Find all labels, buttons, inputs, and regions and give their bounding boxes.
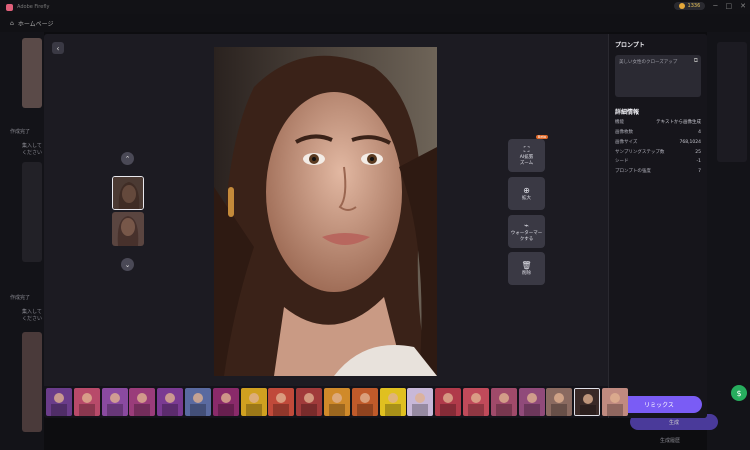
bg-section-sub: 集入してください	[22, 309, 43, 322]
chevron-down-icon: ⌄	[124, 260, 131, 269]
detail-value: テキストから画像生成	[656, 120, 701, 125]
side-thumbnail[interactable]	[112, 212, 144, 246]
prompt-text-box[interactable]: 美しい女性のクローズアップ ⧉	[615, 55, 701, 97]
detail-label: 画像サイズ	[615, 139, 638, 145]
filmstrip-thumbnail[interactable]	[212, 388, 239, 416]
bg-section-title: 作成完了	[10, 129, 31, 135]
app-titlebar: Adobe Firefly 1336 ─ □ ✕	[0, 0, 750, 14]
detail-row: 画像枚数 4	[615, 130, 701, 136]
app-title: Adobe Firefly	[17, 4, 50, 10]
bg-section-title: 作成完了	[10, 295, 31, 301]
home-icon[interactable]: ⌂	[10, 20, 14, 27]
filmstrip-thumbnail[interactable]	[240, 388, 267, 416]
back-icon: ‹	[56, 43, 60, 53]
close-icon[interactable]: ✕	[740, 2, 746, 10]
side-thumbnail[interactable]	[112, 176, 144, 210]
filmstrip-thumbnail[interactable]	[490, 388, 517, 416]
detail-value: -1	[696, 159, 702, 165]
prompt-heading: プロンプト	[615, 42, 645, 49]
maximize-icon[interactable]: □	[726, 2, 733, 10]
detail-row: 機能 テキストから画像生成	[615, 120, 701, 126]
detail-value: 7	[698, 169, 701, 175]
filmstrip-thumbnail[interactable]	[463, 388, 489, 416]
filmstrip-thumbnail[interactable]	[101, 388, 128, 416]
filmstrip-thumbnail[interactable]	[407, 388, 434, 416]
remix-button[interactable]: リミックス	[616, 396, 702, 413]
filmstrip-thumbnail[interactable]	[324, 388, 350, 416]
detail-value: 768,1024	[679, 139, 701, 145]
delete-button[interactable]: 🗑 削除	[508, 252, 545, 285]
titlebar-controls: 1336 ─ □ ✕	[673, 2, 746, 10]
detail-heading: 詳細情報	[615, 109, 640, 116]
watermark-button[interactable]: ⌁ ウォーターマー クする	[508, 215, 545, 248]
detail-label: プロンプトの強度	[615, 169, 651, 175]
detail-value: 4	[698, 129, 701, 135]
detail-row: プロンプトの強度 7	[615, 169, 701, 175]
app-logo-icon	[6, 3, 13, 11]
filmstrip-thumbnail[interactable]	[46, 388, 72, 416]
filmstrip-thumbnail[interactable]	[379, 388, 406, 416]
support-icon[interactable]: $	[731, 385, 747, 401]
bg-panel	[717, 42, 747, 162]
filmstrip-thumbnail[interactable]	[435, 388, 462, 416]
zoom-in-icon: ⊕	[523, 185, 530, 195]
bg-image	[22, 162, 42, 262]
beta-badge: Beta	[535, 135, 548, 140]
prev-image-button[interactable]: ⌃	[121, 152, 134, 165]
home-link[interactable]: ホームページ	[18, 19, 54, 28]
detail-list: 機能 テキストから画像生成 画像枚数 4 画像サイズ 768,1024 サンプリングス…	[615, 120, 701, 175]
chevron-up-icon: ⌃	[124, 154, 131, 163]
filmstrip	[44, 386, 628, 418]
next-image-button[interactable]: ⌄	[121, 258, 134, 271]
detail-row: シード -1	[615, 159, 701, 165]
background-left-column: 作成完了 集入してください 作成完了 集入してください	[0, 32, 44, 450]
detail-row: 画像サイズ 768,1024	[615, 140, 701, 146]
credit-count: 1336	[687, 3, 701, 9]
top-nav: ⌂ ホームページ	[0, 14, 750, 32]
filmstrip-thumbnail[interactable]	[351, 388, 378, 416]
bg-section-sub: 集入してください	[22, 143, 43, 156]
copy-icon[interactable]: ⧉	[694, 57, 698, 65]
delete-label: 削除	[522, 271, 531, 277]
expand-icon: ⛶	[523, 144, 530, 154]
portrait-thumbnail	[113, 177, 143, 209]
filmstrip-thumbnail[interactable]	[574, 388, 601, 416]
minimize-icon[interactable]: ─	[713, 2, 717, 10]
coin-icon	[678, 3, 685, 9]
filmstrip-thumbnail[interactable]	[296, 388, 323, 416]
info-panel: プロンプト 美しい女性のクローズアップ ⧉ 詳細情報 機能 テキストから画像生成 …	[608, 34, 707, 418]
zoom-button[interactable]: ⊕ 拡大	[508, 177, 545, 210]
filmstrip-thumbnail[interactable]	[268, 388, 295, 416]
filmstrip-thumbnail[interactable]	[157, 388, 184, 416]
filmstrip-thumbnail[interactable]	[602, 388, 628, 416]
filmstrip-thumbnail[interactable]	[185, 388, 211, 416]
detail-label: 機能	[615, 120, 624, 125]
image-detail-modal: ‹ ⌃ ⌄ Beta ⛶ AI拡張 ズーム ⊕ 拡大 ⌁ ウォーターマー クする…	[44, 34, 707, 418]
back-button[interactable]: ‹	[52, 42, 64, 54]
filmstrip-thumbnail[interactable]	[546, 388, 573, 416]
portrait-image	[214, 47, 437, 376]
watermark-icon: ⌁	[524, 220, 529, 230]
trash-icon: 🗑	[521, 260, 532, 270]
portrait-thumbnail	[112, 212, 144, 246]
detail-value: 25	[695, 149, 701, 155]
detail-label: サンプリングステップ数	[615, 149, 665, 155]
detail-row: サンプリングステップ数 25	[615, 150, 701, 156]
prompt-text: 美しい女性のクローズアップ	[619, 60, 678, 65]
bg-image	[22, 38, 42, 108]
detail-label: 画像枚数	[615, 129, 633, 135]
bg-image	[22, 332, 42, 432]
ai-expand-label: AI拡張 ズーム	[519, 155, 534, 166]
bg-footer-note: 生成履歴	[660, 438, 681, 444]
zoom-label: 拡大	[522, 196, 531, 202]
ai-expand-button[interactable]: Beta ⛶ AI拡張 ズーム	[508, 135, 548, 172]
credit-badge[interactable]: 1336	[673, 2, 706, 10]
filmstrip-thumbnail[interactable]	[73, 388, 100, 416]
watermark-label: ウォーターマー クする	[510, 231, 543, 242]
detail-label: シード	[615, 159, 629, 165]
main-portrait-image	[214, 47, 437, 376]
filmstrip-thumbnail[interactable]	[129, 388, 156, 416]
filmstrip-thumbnail[interactable]	[518, 388, 545, 416]
